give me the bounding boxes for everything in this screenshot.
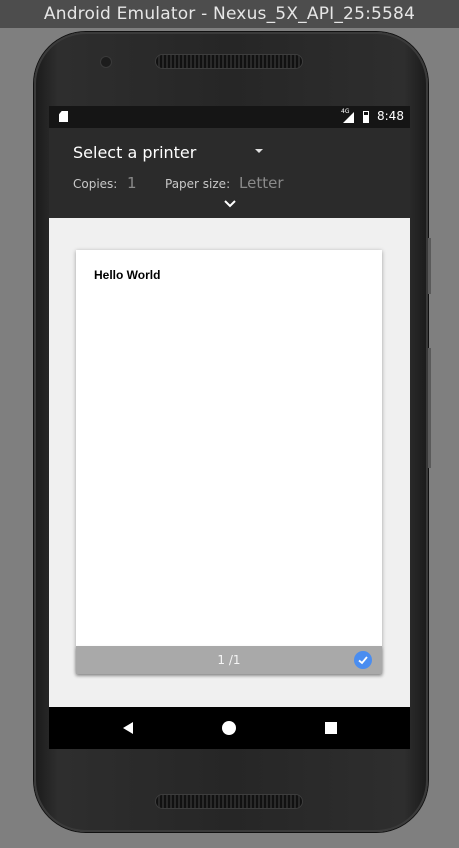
status-bar: 4G 8:48 <box>49 106 410 128</box>
page-counter: 1 /1 <box>217 653 241 667</box>
recents-icon[interactable] <box>323 720 339 736</box>
emulator-title-bar: Android Emulator - Nexus_5X_API_25:5584 <box>0 0 459 28</box>
home-icon[interactable] <box>221 720 237 736</box>
page-footer: 1 /1 <box>76 646 382 674</box>
copies-label: Copies: <box>73 177 118 191</box>
window-title: Android Emulator - Nexus_5X_API_25:5584 <box>43 4 416 24</box>
print-options-header: Select a printer Copies: 1 Paper size: L… <box>49 128 410 218</box>
navigation-bar <box>49 707 410 749</box>
battery-icon <box>363 111 369 123</box>
paper-size-select[interactable]: Letter <box>239 174 299 192</box>
copies-input[interactable]: 1 <box>127 174 147 192</box>
volume-button[interactable] <box>428 238 431 294</box>
printer-select-dropdown[interactable]: Select a printer <box>73 143 273 173</box>
bottom-speaker <box>156 795 302 808</box>
top-speaker <box>156 55 302 68</box>
status-time: 8:48 <box>377 109 404 123</box>
printer-select-label: Select a printer <box>73 143 197 162</box>
dropdown-arrow-icon <box>255 149 263 153</box>
check-circle-icon[interactable] <box>354 651 372 669</box>
network-type-label: 4G <box>341 108 350 115</box>
preview-page[interactable]: Hello World <box>76 250 382 673</box>
sd-card-icon <box>59 111 68 122</box>
print-preview-area: Hello World 1 /1 <box>49 218 410 707</box>
front-camera <box>101 57 111 67</box>
chevron-down-icon[interactable] <box>222 198 238 210</box>
paper-size-label: Paper size: <box>165 177 231 191</box>
back-icon[interactable] <box>120 720 136 736</box>
device-screen: 4G 8:48 Select a printer Copies: 1 Paper… <box>49 106 410 749</box>
power-button[interactable] <box>428 348 431 468</box>
page-content-text: Hello World <box>94 268 161 282</box>
